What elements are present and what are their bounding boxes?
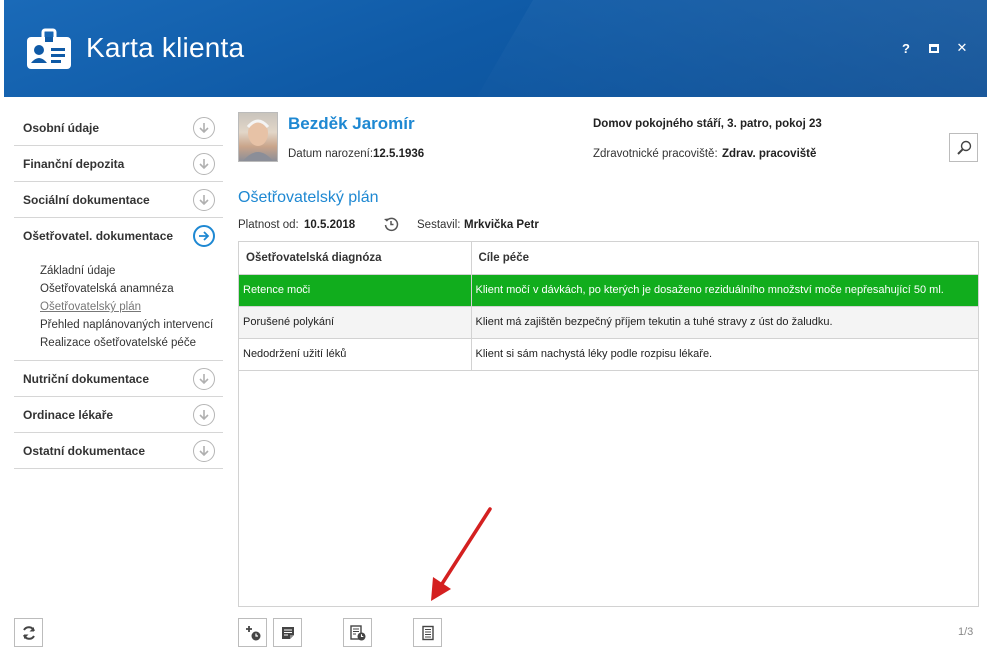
sidebar-section-label: Ordinace lékaře bbox=[23, 407, 114, 422]
window-controls: ? ✕ bbox=[899, 40, 969, 56]
search-icon bbox=[956, 140, 971, 155]
sidebar-section-label: Finanční depozita bbox=[23, 156, 125, 171]
client-photo bbox=[238, 112, 278, 162]
help-button[interactable]: ? bbox=[899, 41, 913, 56]
arrow-down-icon bbox=[193, 116, 215, 139]
page-indicator: 1/3 bbox=[958, 626, 974, 638]
sidebar-section-socialni-dokumentace[interactable]: Sociální dokumentace bbox=[14, 182, 223, 218]
diagnosis-cell: Retence moči bbox=[239, 274, 472, 307]
sidebar-section-osobni-udaje[interactable]: Osobní údaje bbox=[14, 110, 223, 146]
arrow-down-icon bbox=[193, 152, 215, 175]
sidebar-subitem-plan[interactable]: Ošetřovatelský plán bbox=[40, 298, 223, 316]
sidebar: Osobní údaje Finanční depozita Sociální … bbox=[14, 110, 223, 469]
arrow-right-icon bbox=[193, 225, 215, 247]
add-schedule-button[interactable] bbox=[238, 618, 267, 647]
refresh-icon bbox=[22, 625, 35, 640]
edit-document-icon bbox=[281, 626, 294, 639]
id-card-icon bbox=[27, 28, 71, 69]
sidebar-subitem-prehled-intervenci[interactable]: Přehled naplánovaných intervencí bbox=[40, 316, 223, 334]
arrow-down-icon bbox=[193, 439, 215, 462]
document-icon bbox=[421, 625, 434, 640]
sidebar-section-osetrovatel-dokumentace[interactable]: Ošetřovatel. dokumentace bbox=[14, 218, 223, 254]
close-button[interactable]: ✕ bbox=[955, 40, 969, 56]
care-plan-table: Ošetřovatelská diagnóza Cíle péče Retenc… bbox=[238, 241, 979, 607]
table-row[interactable]: Nedodržení užití léků Klient si sám nach… bbox=[239, 338, 978, 371]
sidebar-subitem-realizace-pece[interactable]: Realizace ošetřovatelské péče bbox=[40, 334, 223, 352]
table-row[interactable]: Retence moči Klient močí v dávkách, po k… bbox=[239, 274, 978, 307]
arrow-down-icon bbox=[193, 188, 215, 211]
sidebar-subitem-zakladni-udaje[interactable]: Základní údaje bbox=[40, 262, 223, 280]
goal-cell: Klient má zajištěn bezpečný příjem tekut… bbox=[471, 306, 978, 339]
column-header-goals[interactable]: Cíle péče bbox=[471, 242, 978, 275]
table-header-row: Ošetřovatelská diagnóza Cíle péče bbox=[239, 242, 978, 275]
document-schedule-icon bbox=[349, 624, 365, 640]
workplace-label: Zdravotnické pracoviště: bbox=[593, 148, 718, 160]
arrow-down-icon bbox=[193, 367, 215, 390]
goal-cell: Klient si sám nachystá léky podle rozpis… bbox=[471, 338, 978, 371]
document-button[interactable] bbox=[413, 618, 442, 647]
sidebar-section-ordinace-lekare[interactable]: Ordinace lékaře bbox=[14, 397, 223, 433]
diagnosis-cell: Porušené polykání bbox=[239, 306, 472, 339]
sidebar-section-ostatni-dokumentace[interactable]: Ostatní dokumentace bbox=[14, 433, 223, 469]
maximize-icon bbox=[929, 43, 939, 53]
maximize-button[interactable] bbox=[927, 41, 941, 56]
column-header-diagnosis[interactable]: Ošetřovatelská diagnóza bbox=[239, 242, 472, 275]
workplace-value: Zdrav. pracoviště bbox=[722, 148, 817, 160]
dob-value: 12.5.1936 bbox=[373, 148, 425, 160]
valid-from-label: Platnost od: bbox=[238, 219, 299, 231]
author-label: Sestavil: bbox=[417, 219, 461, 231]
window-title: Karta klienta bbox=[86, 32, 245, 63]
sidebar-section-label: Osobní údaje bbox=[23, 120, 100, 135]
history-icon[interactable] bbox=[383, 216, 399, 232]
arrow-down-icon bbox=[193, 403, 215, 426]
sidebar-section-label: Nutriční dokumentace bbox=[23, 371, 150, 386]
author-value: Mrkvička Petr bbox=[464, 219, 539, 231]
refresh-button[interactable] bbox=[14, 618, 43, 647]
annotation-arrow bbox=[431, 507, 492, 601]
table-row[interactable]: Porušené polykání Klient má zajištěn bez… bbox=[239, 306, 978, 339]
valid-from-value: 10.5.2018 bbox=[304, 219, 356, 231]
plan-title: Ošetřovatelský plán bbox=[238, 189, 379, 206]
title-bar: Karta klienta ? ✕ bbox=[4, 0, 987, 97]
client-name: Bezděk Jaromír bbox=[288, 114, 415, 133]
sidebar-section-label: Sociální dokumentace bbox=[23, 192, 150, 207]
document-schedule-button[interactable] bbox=[343, 618, 372, 647]
add-schedule-icon bbox=[245, 625, 260, 640]
sidebar-section-label: Ostatní dokumentace bbox=[23, 443, 146, 458]
edit-document-button[interactable] bbox=[273, 618, 302, 647]
sidebar-subitems: Základní údaje Ošetřovatelská anamnéza O… bbox=[14, 254, 223, 361]
sidebar-section-label: Ošetřovatel. dokumentace bbox=[23, 229, 174, 243]
facility-text: Domov pokojného stáří, 3. patro, pokoj 2… bbox=[593, 118, 822, 130]
sidebar-subitem-anamneza[interactable]: Ošetřovatelská anamnéza bbox=[40, 280, 223, 298]
sidebar-section-financni-depozita[interactable]: Finanční depozita bbox=[14, 146, 223, 182]
sidebar-section-nutricni-dokumentace[interactable]: Nutriční dokumentace bbox=[14, 361, 223, 397]
goal-cell: Klient močí v dávkách, po kterých je dos… bbox=[471, 274, 978, 307]
dob-label: Datum narození: bbox=[288, 148, 374, 160]
search-button[interactable] bbox=[949, 133, 978, 162]
diagnosis-cell: Nedodržení užití léků bbox=[239, 338, 472, 371]
